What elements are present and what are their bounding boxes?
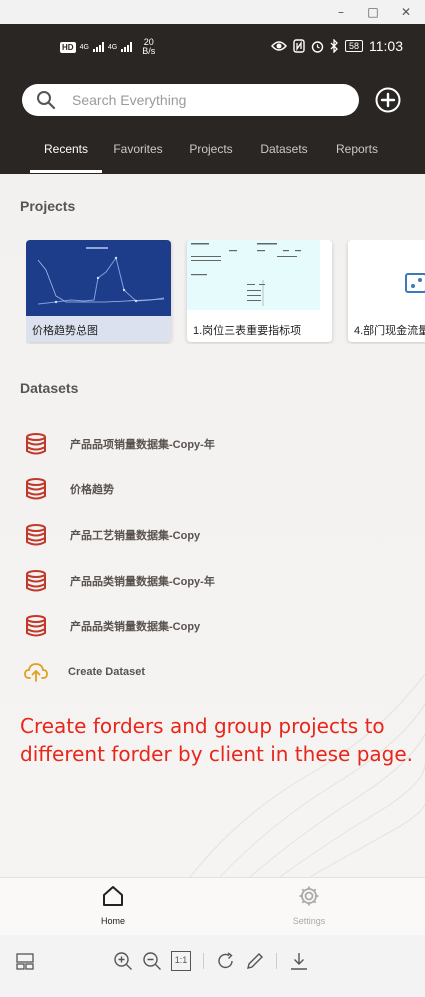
speed-unit: B/s <box>142 46 156 56</box>
search-bar[interactable] <box>22 84 359 116</box>
window-titlebar: – □ ✕ <box>0 0 425 24</box>
gear-icon <box>299 886 319 906</box>
download-icon[interactable] <box>289 951 309 971</box>
create-dataset-button[interactable]: Create Dataset <box>24 649 404 695</box>
close-button[interactable]: ✕ <box>397 3 415 21</box>
actual-size-button[interactable]: 1:1 <box>171 951 191 971</box>
cloud-upload-icon <box>24 662 48 682</box>
list-item[interactable]: 产品工艺销量数据集-Copy <box>24 512 404 558</box>
rotate-icon[interactable] <box>216 951 236 971</box>
tab-projects[interactable]: Projects <box>180 136 242 174</box>
hd-badge: HD <box>60 41 76 53</box>
project-cards-carousel[interactable]: 价格趋势总图 1.岗位三表重要指标项 4.部门现金流量 <box>26 240 425 344</box>
toolbar-divider <box>203 953 204 969</box>
nav-home[interactable]: Home <box>73 878 153 936</box>
list-item[interactable]: 产品品项销量数据集-Copy-年 <box>24 421 404 467</box>
layout-icon[interactable] <box>15 951 35 971</box>
dataset-label: 产品品类销量数据集-Copy <box>70 621 201 634</box>
list-item[interactable]: 产品品类销量数据集-Copy-年 <box>24 558 404 604</box>
app-header: HD 4G 4G 20 B/s 58 11:03 Recents Favor <box>0 24 425 174</box>
project-card-label: 4.部门现金流量 <box>354 325 425 337</box>
database-icon <box>26 615 46 637</box>
status-bar: HD 4G 4G 20 B/s 58 11:03 <box>0 24 425 70</box>
projects-section-title: Projects <box>20 198 76 214</box>
annotation-text: Create forders and group projects to dif… <box>20 714 414 766</box>
project-card[interactable]: 4.部门现金流量 <box>348 240 425 342</box>
clock-time: 11:03 <box>369 38 403 54</box>
maximize-button[interactable]: □ <box>364 3 382 21</box>
project-card-label: 1.岗位三表重要指标项 <box>193 325 302 337</box>
tab-reports[interactable]: Reports <box>328 136 386 174</box>
dataset-list: 产品品项销量数据集-Copy-年 价格趋势 产品工艺销量数据集-Copy 产品品… <box>24 421 404 695</box>
home-icon <box>103 886 123 906</box>
tab-bar: Recents Favorites Projects Datasets Repo… <box>0 136 425 174</box>
tab-recents[interactable]: Recents <box>30 136 102 174</box>
list-item[interactable]: 产品品类销量数据集-Copy <box>24 603 404 649</box>
zoom-in-icon[interactable] <box>113 951 133 971</box>
create-dataset-label: Create Dataset <box>68 665 146 678</box>
search-icon <box>37 91 56 110</box>
database-icon <box>26 523 46 546</box>
tab-datasets[interactable]: Datasets <box>252 136 316 174</box>
signal-icon-2 <box>121 42 133 52</box>
project-thumbnail-line-chart <box>26 240 171 316</box>
dataset-label: 产品工艺销量数据集-Copy <box>70 529 201 542</box>
add-button[interactable] <box>375 87 401 113</box>
dataset-label: 价格趋势 <box>70 484 114 497</box>
project-thumbnail-table <box>187 240 332 316</box>
bluetooth-icon <box>330 39 338 53</box>
network-speed: 20 B/s <box>142 38 155 56</box>
database-icon <box>26 432 46 455</box>
eye-icon <box>270 41 287 51</box>
signal-icon <box>92 42 104 52</box>
zoom-out-icon[interactable] <box>142 951 162 971</box>
recents-content: Projects 价格趋势总图 1.岗位三表重要指标项 4.部门现金流量 Dat… <box>0 174 425 877</box>
network-1-label: 4G <box>79 43 89 51</box>
network-2-label: 4G <box>107 43 118 51</box>
database-icon <box>26 569 46 592</box>
list-item[interactable]: 价格趋势 <box>24 467 404 513</box>
nav-home-label: Home <box>100 916 125 926</box>
project-thumbnail-chart-placeholder <box>348 240 425 316</box>
dataset-label: 产品品类销量数据集-Copy-年 <box>70 575 215 588</box>
project-card[interactable]: 1.岗位三表重要指标项 <box>187 240 332 342</box>
project-card[interactable]: 价格趋势总图 <box>26 240 171 342</box>
toolbar-divider <box>276 953 277 969</box>
bottom-navigation: Home Settings <box>0 877 425 935</box>
nfc-icon <box>293 39 305 53</box>
tab-favorites[interactable]: Favorites <box>106 136 170 174</box>
database-icon <box>26 478 46 500</box>
alarm-icon <box>311 40 324 53</box>
battery-indicator: 58 <box>344 40 363 52</box>
viewer-toolbar: 1:1 <box>0 935 425 997</box>
dataset-label: 产品品项销量数据集-Copy-年 <box>70 438 215 451</box>
nav-settings-label: Settings <box>292 916 326 926</box>
edit-icon[interactable] <box>245 951 265 971</box>
datasets-section-title: Datasets <box>20 380 79 396</box>
nav-settings[interactable]: Settings <box>269 878 349 936</box>
minimize-button[interactable]: – <box>332 3 350 21</box>
project-card-label: 价格趋势总图 <box>32 325 98 337</box>
search-input[interactable] <box>72 90 342 110</box>
